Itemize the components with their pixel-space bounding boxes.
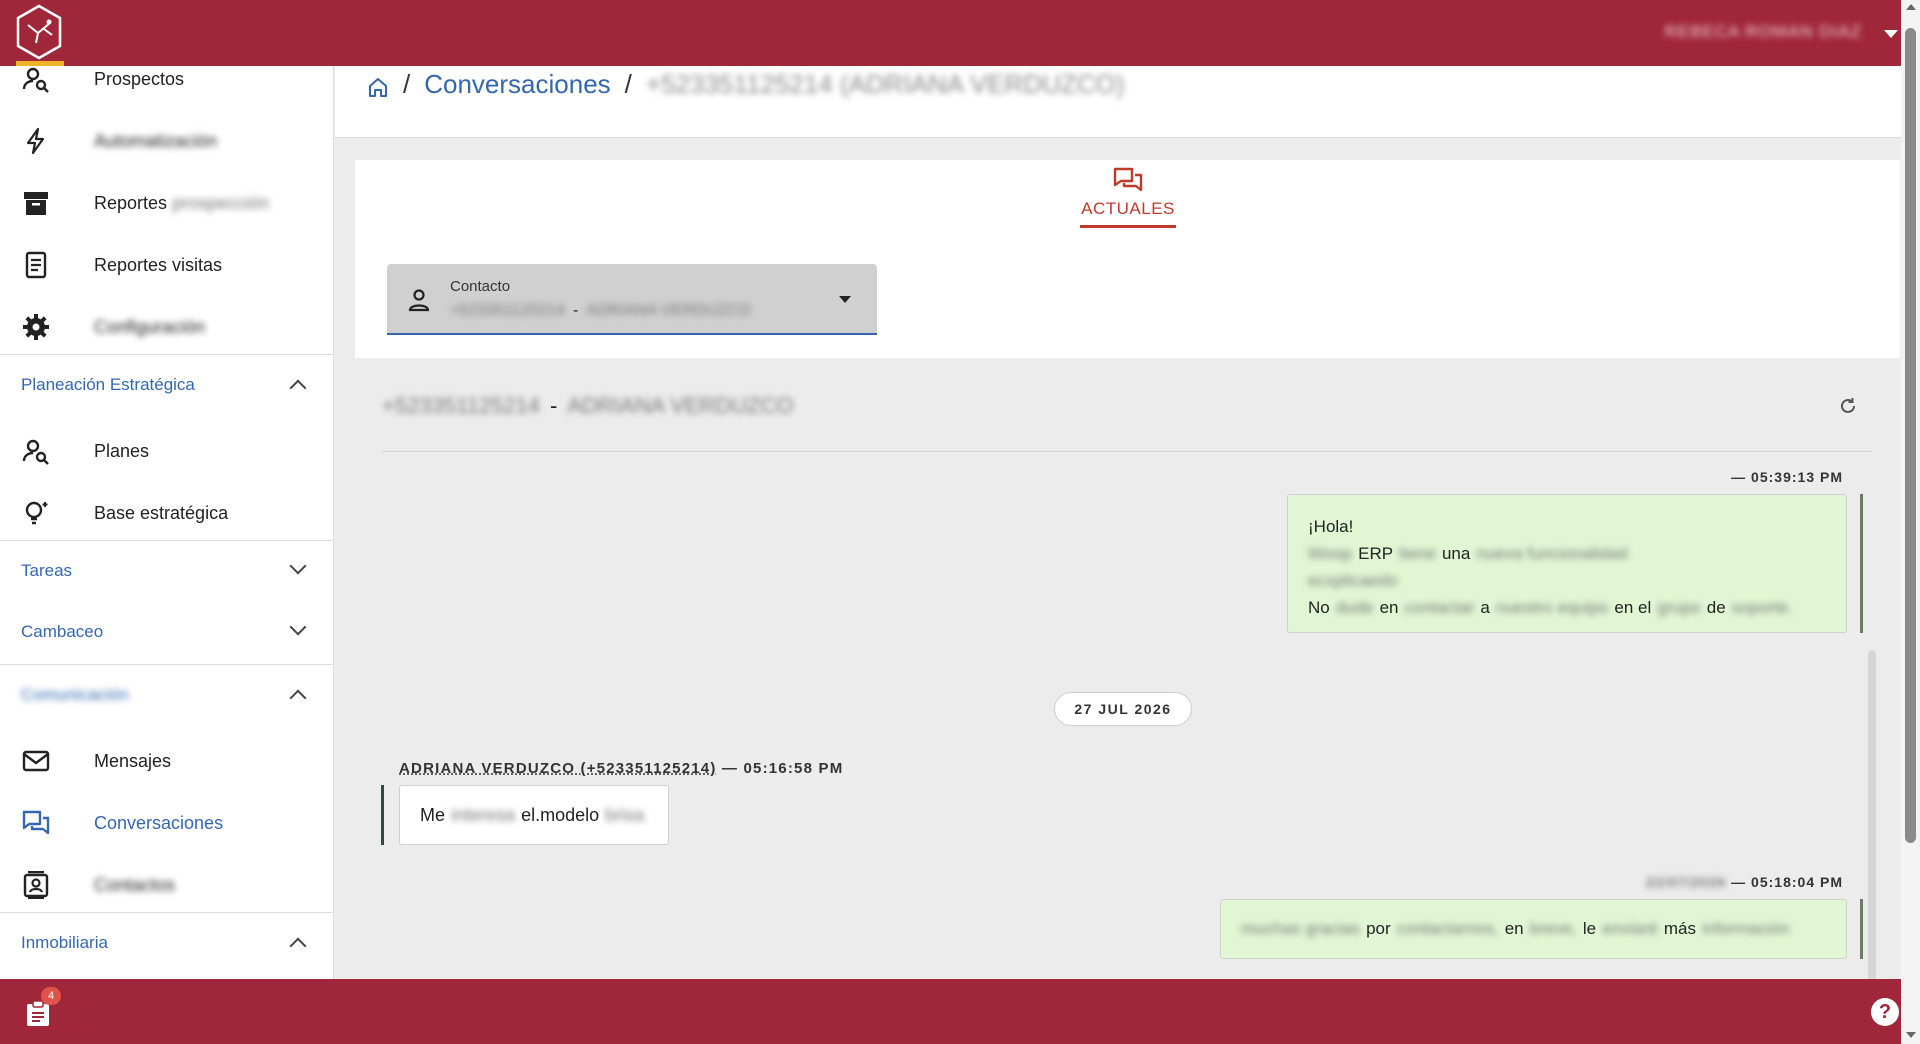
breadcrumb-separator: / <box>624 69 632 99</box>
section-comunicacion[interactable]: Comunicación <box>0 664 333 726</box>
page-scrollbar[interactable] <box>1901 0 1920 1044</box>
outgoing-message[interactable]: ¡Hola! Woop ERP tiene una nueva funcionalida… <box>1287 494 1847 633</box>
help-icon[interactable]: ? <box>1871 998 1899 1026</box>
section-label: Planeación Estratégica <box>21 375 195 394</box>
sidebar-item-label: Conversaciones <box>94 812 224 833</box>
section-label: Cambaceo <box>21 622 104 641</box>
breadcrumb-separator: / <box>403 69 411 99</box>
message-timestamp: 22/07/2026 — 05:18:04 PM <box>1646 874 1843 890</box>
outgoing-message[interactable]: muchas gracias por contactarnos, en breve, le… <box>1220 899 1847 959</box>
top-bar: REBECA ROMAN DIAZ <box>0 0 1920 66</box>
chevron-up-icon <box>289 689 307 707</box>
scroll-down-arrow-icon[interactable] <box>1906 1032 1916 1038</box>
section-label: Inmobiliaria <box>21 933 108 952</box>
scroll-up-arrow-icon[interactable] <box>1906 4 1916 10</box>
sidebar-item-label: Reportes visitas <box>94 254 223 275</box>
chevron-up-icon <box>289 937 307 955</box>
sidebar-item-label: Mensajes <box>94 750 172 771</box>
sidebar-item-label: Configuración <box>94 316 206 337</box>
document-icon <box>25 251 47 279</box>
chevron-down-icon <box>289 618 307 636</box>
tasks-count-badge: 4 <box>41 987 61 1005</box>
date-separator: 27 JUL 2026 <box>1054 692 1192 726</box>
message-rule <box>1860 494 1863 633</box>
section-planeacion-estrategica[interactable]: Planeación Estratégica <box>0 354 333 416</box>
contact-select-value: +523351125214 - ADRIANA VERDUZCO <box>450 302 751 319</box>
incoming-message[interactable]: Me interesa el.modelo brisa <box>399 785 669 845</box>
lightbulb-icon <box>25 501 48 525</box>
chat-header-name: ADRIANA VERDUZCO <box>567 393 794 418</box>
chevron-down-icon <box>289 557 307 575</box>
contact-select[interactable]: Contacto +523351125214 - ADRIANA VERDUZC… <box>387 264 877 335</box>
envelope-icon <box>22 750 50 772</box>
sidebar-item-label: Reportes prospección <box>94 192 270 213</box>
person-icon <box>408 289 430 312</box>
chevron-up-icon <box>289 379 307 397</box>
user-menu-caret-icon[interactable] <box>1884 30 1898 38</box>
tab-actuales[interactable]: ACTUALES <box>1080 166 1176 228</box>
refresh-icon[interactable] <box>1838 396 1858 416</box>
sidebar-item-contactos[interactable]: Contactos <box>0 854 333 916</box>
sidebar: Prospectos Automatización Reportes prosp… <box>0 66 334 979</box>
sidebar-item-automatizacion[interactable]: Automatización <box>0 110 333 172</box>
section-label: Comunicación <box>21 685 129 704</box>
sidebar-item-label: Automatización <box>94 130 218 151</box>
section-label: Tareas <box>21 561 73 580</box>
contacts-icon <box>23 871 49 899</box>
sidebar-item-conversaciones[interactable]: Conversaciones <box>0 792 333 854</box>
contact-select-label: Contacto <box>450 278 511 295</box>
bottom-bar: 4 ? <box>0 979 1920 1044</box>
sidebar-item-mensajes[interactable]: Mensajes <box>0 730 333 792</box>
sidebar-item-planes[interactable]: Planes <box>0 420 333 482</box>
chat-header-dash: - <box>550 393 558 418</box>
sidebar-item-label: Base estratégica <box>94 502 229 523</box>
sidebar-item-base-estrategica[interactable]: Base estratégica <box>0 482 333 544</box>
bolt-icon <box>26 127 45 155</box>
breadcrumb-bar: / Conversaciones / +523351125214 (ADRIAN… <box>335 66 1901 138</box>
message-time: — 05:16:58 PM <box>721 760 844 777</box>
chat-bubbles-icon <box>1113 167 1143 192</box>
person-search-icon <box>22 439 49 465</box>
tab-label: ACTUALES <box>1081 199 1175 218</box>
sidebar-item-label: Prospectos <box>94 68 185 89</box>
breadcrumb-current: +523351125214 (ADRIANA VERDUZCO) <box>645 69 1125 99</box>
incoming-message-meta: ADRIANA VERDUZCO (+523351125214) — 05:16… <box>399 760 843 777</box>
section-inmobiliaria[interactable]: Inmobiliaria <box>0 912 333 974</box>
message-rule <box>1860 899 1863 959</box>
sidebar-item-configuracion[interactable]: Configuración <box>0 296 333 358</box>
sidebar-item-prospectos[interactable]: Prospectos <box>0 66 333 110</box>
breadcrumb-conversaciones-link[interactable]: Conversaciones <box>424 69 610 100</box>
message-rule <box>381 785 384 845</box>
chat-header-phone: +523351125214 <box>382 393 541 418</box>
chat-scrollbar[interactable] <box>1868 650 1876 980</box>
archive-icon <box>24 192 48 215</box>
user-name[interactable]: REBECA ROMAN DIAZ <box>1665 22 1862 42</box>
sidebar-item-reportes-visitas[interactable]: Reportes visitas <box>0 234 333 296</box>
chat-divider <box>382 451 1872 452</box>
sender-name: ADRIANA VERDUZCO (+523351125214) <box>399 760 717 777</box>
scrollbar-thumb[interactable] <box>1905 28 1916 843</box>
sidebar-item-reportes-prospeccion[interactable]: Reportes prospección <box>0 172 333 234</box>
app-logo-icon[interactable] <box>14 3 64 61</box>
dropdown-caret-icon <box>839 296 851 303</box>
section-tareas[interactable]: Tareas <box>0 540 333 602</box>
gear-icon <box>23 314 49 340</box>
tab-active-indicator <box>1080 225 1176 228</box>
breadcrumb: / Conversaciones / +523351125214 (ADRIAN… <box>367 69 1124 100</box>
chat-header: +523351125214 - ADRIANA VERDUZCO <box>382 393 794 419</box>
section-cambaceo[interactable]: Cambaceo <box>0 602 333 664</box>
home-icon[interactable] <box>367 76 389 98</box>
sidebar-item-label: Planes <box>94 440 150 461</box>
message-timestamp: — 05:39:13 PM <box>1731 469 1843 485</box>
chat-bubbles-icon <box>22 810 50 835</box>
sidebar-item-label: Contactos <box>94 874 176 895</box>
logo-underline <box>16 61 64 66</box>
person-search-icon <box>22 67 49 93</box>
conversation-card: ACTUALES Contacto +523351125214 - ADRIAN… <box>355 160 1900 358</box>
